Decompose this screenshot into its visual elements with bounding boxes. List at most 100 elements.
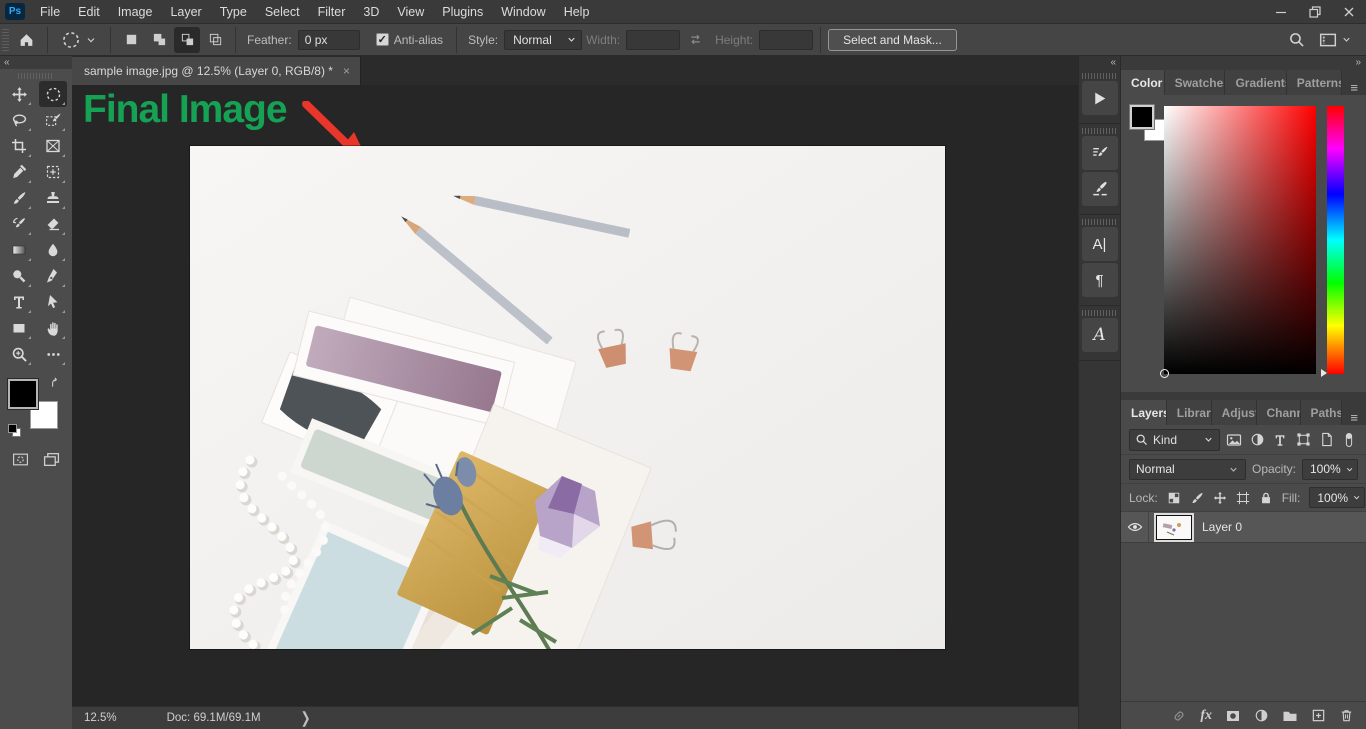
menu-plugins[interactable]: Plugins — [433, 0, 492, 23]
width-input[interactable] — [626, 29, 681, 50]
fill-dropdown[interactable]: 100% — [1309, 487, 1366, 508]
new-selection-button[interactable] — [118, 27, 144, 53]
tab-adjustments[interactable]: Adjust — [1211, 400, 1257, 425]
layer-thumbnail[interactable] — [1154, 512, 1194, 542]
layer-effects-icon[interactable]: fx — [1200, 708, 1212, 724]
new-layer-icon[interactable] — [1311, 708, 1326, 723]
paragraph-panel-button[interactable]: ¶ — [1081, 263, 1118, 297]
lock-all-icon[interactable] — [1259, 491, 1273, 505]
subtract-from-selection-button[interactable] — [174, 26, 200, 53]
filter-toggle-icon[interactable] — [1341, 432, 1358, 448]
actions-panel-button[interactable] — [1081, 81, 1118, 115]
restore-button[interactable] — [1298, 0, 1332, 23]
tool-edit-toolbar[interactable] — [39, 341, 67, 367]
tool-blur[interactable] — [39, 237, 67, 263]
tool-healing-brush[interactable] — [39, 159, 67, 185]
filter-type-layers-icon[interactable] — [1272, 433, 1289, 447]
tool-eraser[interactable] — [39, 211, 67, 237]
tool-path-selection[interactable] — [39, 289, 67, 315]
menu-filter[interactable]: Filter — [309, 0, 355, 23]
tool-move[interactable] — [5, 81, 33, 107]
tool-lasso[interactable] — [5, 107, 33, 133]
options-bar-gripper[interactable] — [2, 28, 9, 51]
lock-image-pixels-icon[interactable] — [1190, 491, 1204, 505]
new-group-icon[interactable] — [1282, 708, 1298, 724]
layer-row-layer-0[interactable]: Layer 0 — [1121, 512, 1366, 543]
collapse-dock-button[interactable]: » — [1121, 56, 1366, 69]
tool-dodge[interactable] — [5, 263, 33, 289]
tool-hand[interactable] — [39, 315, 67, 341]
layer-filter-dropdown[interactable]: Kind — [1129, 428, 1220, 451]
status-chevron-icon[interactable]: ❯ — [301, 709, 311, 727]
glyphs-panel-button[interactable]: A — [1081, 318, 1118, 352]
new-adjustment-layer-icon[interactable] — [1254, 708, 1269, 723]
tool-eyedropper[interactable] — [5, 159, 33, 185]
menu-help[interactable]: Help — [555, 0, 599, 23]
swap-width-height-icon[interactable] — [688, 32, 703, 47]
panel-menu-icon[interactable]: ≡ — [1342, 80, 1366, 95]
lock-artboard-icon[interactable] — [1236, 491, 1250, 505]
expand-dock-button[interactable]: « — [1079, 56, 1120, 69]
zoom-level-field[interactable]: 12.5% — [72, 712, 129, 724]
foreground-color-swatch[interactable] — [1129, 104, 1155, 130]
add-to-selection-button[interactable] — [146, 27, 172, 53]
tool-crop[interactable] — [5, 133, 33, 159]
search-icon[interactable] — [1288, 31, 1305, 48]
workspace-switcher[interactable] — [1319, 31, 1352, 49]
tab-gradients[interactable]: Gradients — [1225, 70, 1287, 95]
panel-menu-icon[interactable]: ≡ — [1342, 410, 1366, 425]
tool-brush[interactable] — [5, 185, 33, 211]
layers-list-empty-area[interactable] — [1121, 543, 1366, 701]
tab-layers[interactable]: Layers — [1121, 400, 1167, 425]
tab-patterns[interactable]: Patterns — [1286, 70, 1343, 95]
tool-pen[interactable] — [39, 263, 67, 289]
filter-smart-objects-icon[interactable] — [1318, 432, 1335, 447]
tool-rectangle[interactable] — [5, 315, 33, 341]
tool-preset-picker[interactable] — [55, 30, 103, 50]
opacity-dropdown[interactable]: 100% — [1302, 458, 1358, 480]
hue-slider[interactable] — [1321, 106, 1344, 377]
menu-type[interactable]: Type — [211, 0, 256, 23]
filter-pixel-layers-icon[interactable] — [1226, 432, 1243, 448]
select-and-mask-button[interactable]: Select and Mask... — [828, 28, 957, 51]
toolbar-collapse-button[interactable]: « — [0, 56, 72, 69]
tool-clone-stamp[interactable] — [39, 185, 67, 211]
tool-gradient[interactable] — [5, 237, 33, 263]
close-tab-icon[interactable]: × — [343, 64, 350, 78]
tool-elliptical-marquee[interactable] — [39, 81, 67, 107]
antialias-checkbox[interactable]: ✓ — [375, 33, 389, 46]
menu-file[interactable]: File — [31, 0, 69, 23]
menu-select[interactable]: Select — [256, 0, 309, 23]
photoshop-logo[interactable]: Ps — [5, 3, 25, 20]
layer-visibility-toggle[interactable] — [1121, 512, 1149, 542]
minimize-button[interactable] — [1264, 0, 1298, 23]
brushes-panel-button[interactable] — [1081, 172, 1118, 206]
tab-paths[interactable]: Paths — [1300, 400, 1343, 425]
quick-mask-button[interactable] — [12, 451, 29, 468]
tab-swatches[interactable]: Swatches — [1164, 70, 1226, 95]
lock-position-icon[interactable] — [1213, 491, 1227, 505]
delete-layer-icon[interactable] — [1339, 708, 1354, 723]
menu-layer[interactable]: Layer — [161, 0, 210, 23]
menu-image[interactable]: Image — [109, 0, 162, 23]
document-image[interactable] — [190, 146, 945, 706]
tool-frame[interactable] — [39, 133, 67, 159]
lock-transparent-pixels-icon[interactable] — [1167, 491, 1181, 505]
style-dropdown[interactable]: Normal — [504, 29, 583, 50]
link-layers-icon[interactable] — [1171, 708, 1187, 724]
blend-mode-dropdown[interactable]: Normal — [1129, 458, 1246, 480]
menu-window[interactable]: Window — [492, 0, 554, 23]
feather-input[interactable]: 0 px — [297, 29, 360, 50]
tool-type[interactable] — [5, 289, 33, 315]
layer-name[interactable]: Layer 0 — [1202, 520, 1242, 534]
menu-view[interactable]: View — [388, 0, 433, 23]
foreground-color-swatch[interactable] — [7, 378, 39, 410]
close-button[interactable] — [1332, 0, 1366, 23]
height-input[interactable] — [759, 29, 814, 50]
saturation-brightness-field[interactable] — [1160, 106, 1316, 378]
tab-libraries[interactable]: Librari — [1166, 400, 1212, 425]
filter-shape-layers-icon[interactable] — [1295, 432, 1312, 447]
brush-settings-panel-button[interactable] — [1081, 136, 1118, 170]
swap-colors-icon[interactable] — [50, 377, 64, 391]
default-colors-icon[interactable] — [8, 424, 21, 437]
